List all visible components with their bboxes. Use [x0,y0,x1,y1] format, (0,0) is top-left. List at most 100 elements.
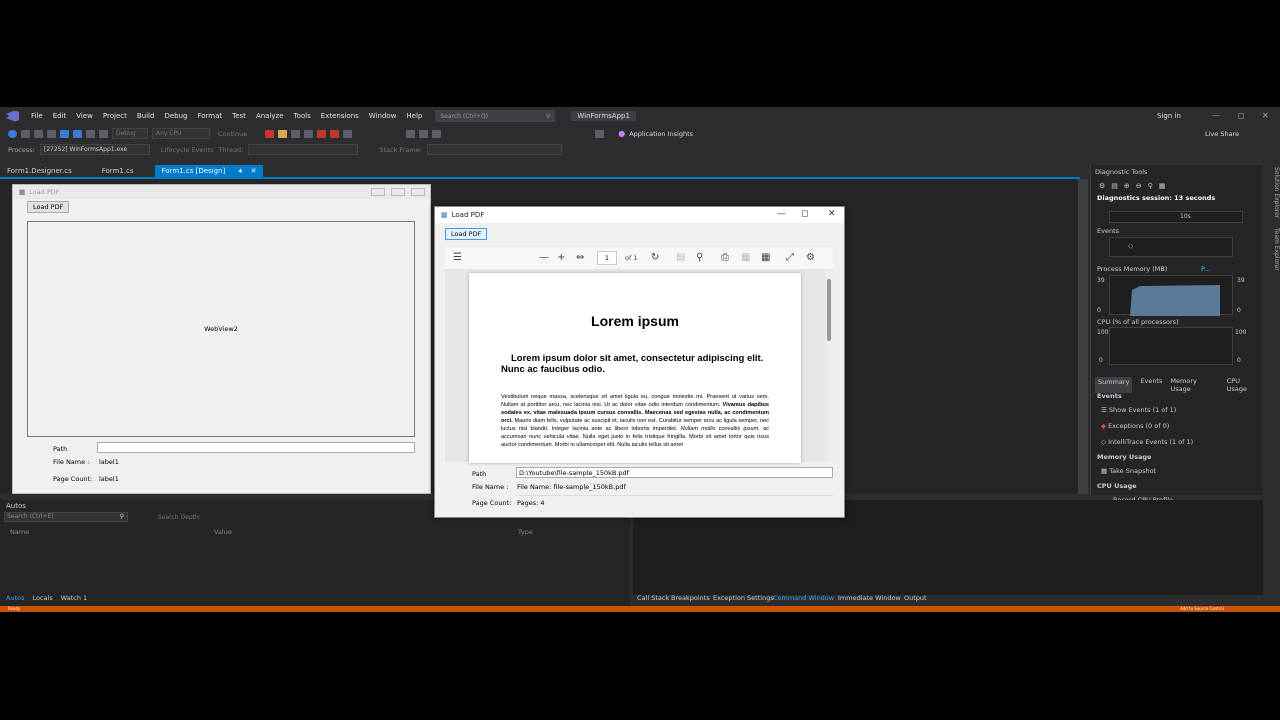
fit-page-icon[interactable]: ⇔ [576,252,584,263]
save-all-icon[interactable] [73,129,82,138]
tab-locals[interactable]: Locals [32,594,52,602]
continue-button[interactable]: Continue [218,130,247,138]
platform-dropdown[interactable]: Any CPU [152,128,210,139]
menu-window[interactable]: Window [364,112,402,120]
restart-icon[interactable] [343,129,353,138]
designer-form[interactable]: ▦ Load PDF Load PDF WebView2 Path File N… [12,184,431,494]
webview2-control[interactable]: WebView2 [27,221,415,437]
menu-debug[interactable]: Debug [159,112,192,120]
lifecycle-events-button[interactable]: Lifecycle Events [161,146,214,154]
new-project-icon[interactable] [34,129,43,138]
take-snapshot-button[interactable]: ▦ Take Snapshot [1101,467,1156,475]
save-icon[interactable] [60,129,69,138]
tab-events[interactable]: Events [1140,377,1162,393]
window-icon[interactable] [291,129,301,138]
fullscreen-icon[interactable]: ⤢ [786,252,794,263]
tab-output[interactable]: Output [904,594,927,602]
select-tools-icon[interactable]: ▤ [1111,182,1118,190]
forward-icon[interactable] [21,129,30,138]
tab-immediate-window[interactable]: Immediate Window [838,594,901,602]
memory-graph[interactable] [1109,275,1233,316]
contents-icon[interactable]: ☰ [453,252,462,263]
exceptions-item[interactable]: ◆ Exceptions (0 of 0) [1101,422,1169,430]
close-icon[interactable]: ✕ [1262,111,1269,120]
designer-load-pdf-button[interactable]: Load PDF [27,201,70,213]
tab-memory-usage[interactable]: Memory Usage [1170,377,1218,393]
save-as-icon[interactable]: ▦ [761,252,770,263]
tab-form1-designer-cs[interactable]: Form1.Designer.cs [0,165,79,177]
stop-icon[interactable] [330,129,340,138]
timeline-ruler[interactable]: 10s [1109,211,1243,223]
redo-icon[interactable] [99,129,108,138]
process-dropdown[interactable]: [27252] WinFormsApp1.exe [39,144,150,155]
application-insights-button[interactable]: Application Insights [629,130,693,138]
step-over-icon[interactable] [419,129,429,138]
hot-reload-icon[interactable] [304,129,314,138]
capture-icon[interactable]: ▦ [1159,182,1166,190]
open-icon[interactable] [47,129,56,138]
exception-icon[interactable] [265,129,275,138]
page-number-input[interactable]: 1 [597,251,617,265]
pdf-close-icon[interactable]: ✕ [828,209,836,219]
tab-cpu-usage[interactable]: CPU Usage [1227,377,1262,393]
pdf-maximize-icon[interactable]: ◻ [801,209,808,219]
pdf-scrollbar-thumb[interactable] [827,279,831,341]
menu-file[interactable]: File [26,112,48,120]
menu-format[interactable]: Format [192,112,227,120]
load-pdf-button[interactable]: Load PDF [445,228,488,240]
tab-form1-cs[interactable]: Form1.cs [95,165,141,177]
menu-build[interactable]: Build [132,112,160,120]
menu-edit[interactable]: Edit [48,112,72,120]
folder-icon[interactable] [278,129,288,138]
intellitrace-item[interactable]: ◇ IntelliTrace Events (1 of 1) [1101,438,1193,446]
reset-zoom-icon[interactable]: ⚲ [1148,182,1153,190]
tab-breakpoints[interactable]: Breakpoints [671,594,710,602]
tab-form1-design[interactable]: Form1.cs [Design] ∗ ✕ [154,165,264,177]
load-pdf-window[interactable]: ▦ Load PDF — ◻ ✕ Load PDF ☰ — + ⇔ 1 of 1… [434,206,845,518]
rotate-icon[interactable]: ↻ [651,252,659,263]
break-all-icon[interactable] [317,129,327,138]
find-icon[interactable]: ⚲ [696,252,703,263]
menu-tools[interactable]: Tools [289,112,316,120]
pdf-settings-icon[interactable]: ⚙ [806,252,815,263]
designer-scrollbar[interactable] [1078,179,1088,494]
minimize-icon[interactable]: — [1212,111,1220,120]
tab-command-window[interactable]: Command Window [773,594,834,602]
pdf-minimize-icon[interactable]: — [777,209,786,219]
stack-frame-dropdown[interactable] [426,144,562,155]
add-to-source-control[interactable]: Add to Source Control [1180,606,1224,611]
tab-summary[interactable]: Summary [1095,377,1133,393]
menu-help[interactable]: Help [401,112,427,120]
search-box[interactable]: Search (Ctrl+Q) ⚲ [435,110,556,122]
menu-analyze[interactable]: Analyze [251,112,289,120]
step-into-icon[interactable] [406,129,416,138]
menu-test[interactable]: Test [227,112,251,120]
back-icon[interactable] [8,129,17,138]
maximize-icon[interactable]: ◻ [1238,111,1245,120]
zoom-out-icon[interactable]: — [539,252,549,263]
thread-dropdown[interactable] [248,144,359,155]
show-events-item[interactable]: ☰ Show Events (1 of 1) [1101,406,1176,414]
cpu-graph[interactable] [1109,327,1233,365]
autos-search-input[interactable]: Search (Ctrl+E) ⚲ [4,512,128,522]
print-icon[interactable]: ⎙ [721,252,729,263]
team-explorer-tab[interactable]: Team Explorer [1273,220,1280,271]
tab-autos[interactable]: Autos [6,594,24,602]
tab-watch-1[interactable]: Watch 1 [61,594,87,602]
config-dropdown[interactable]: Debug [112,128,148,139]
undo-icon[interactable] [86,129,95,138]
menu-view[interactable]: View [71,112,98,120]
menu-extensions[interactable]: Extensions [316,112,364,120]
zoom-in-icon[interactable]: ⊕ [1124,182,1130,190]
settings-icon[interactable]: ⚙ [1099,182,1105,190]
tab-close-icon[interactable]: ✕ [251,167,257,175]
live-share-button[interactable]: Live Share [1205,130,1239,138]
events-graph[interactable]: ◇ [1109,237,1233,257]
step-out-icon[interactable] [432,129,442,138]
zoom-out-icon[interactable]: ⊖ [1136,182,1142,190]
layout-icon[interactable] [595,129,605,138]
solution-explorer-tab[interactable]: Solution Explorer [1273,165,1280,218]
zoom-in-icon[interactable]: + [557,252,565,263]
menu-project[interactable]: Project [98,112,132,120]
tab-exception-settings[interactable]: Exception Settings [713,594,774,602]
